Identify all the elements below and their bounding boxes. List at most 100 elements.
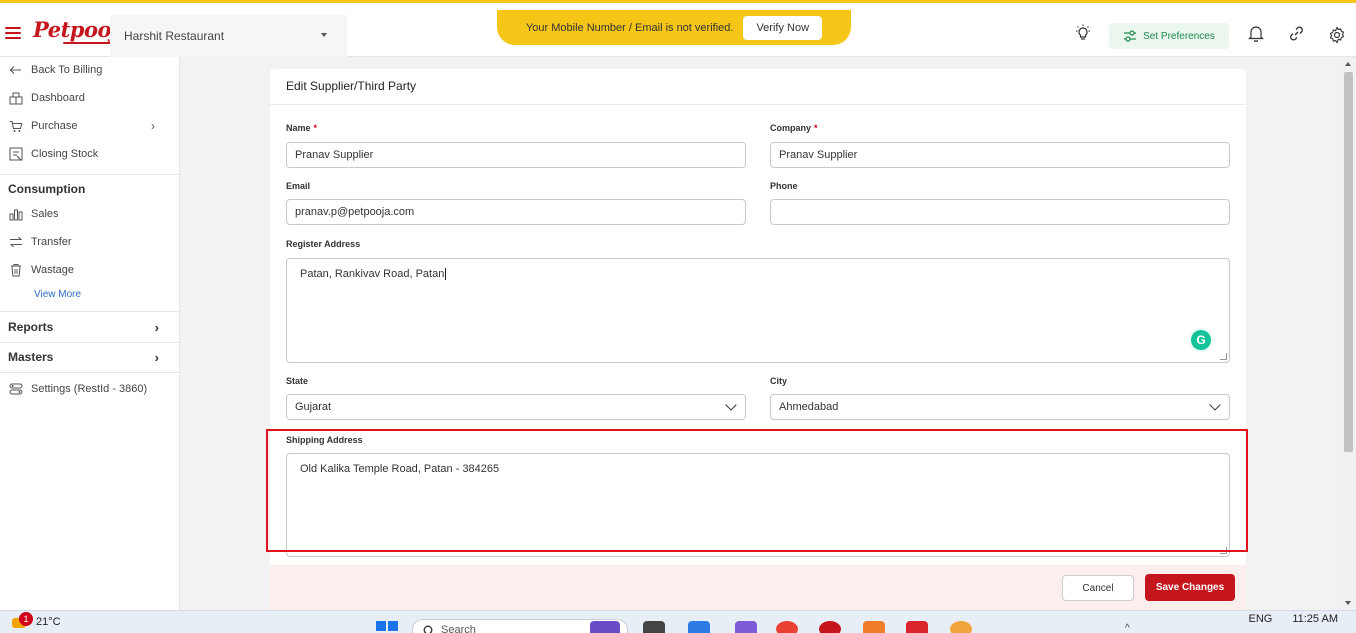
system-tray: ENG 11:25 AM [1248, 613, 1338, 625]
register-address-label: Register Address [286, 239, 361, 249]
temperature: 21°C [36, 616, 61, 628]
sidebar-item-label: Transfer [31, 236, 72, 248]
dashboard-icon [8, 91, 23, 106]
taskbar-app-icon[interactable] [906, 621, 928, 633]
save-changes-button[interactable]: Save Changes [1145, 574, 1235, 601]
restaurant-selector[interactable]: Harshit Restaurant [110, 15, 347, 57]
vs-icon[interactable] [735, 621, 757, 633]
chevron-right-icon: › [154, 349, 159, 365]
verify-now-button[interactable]: Verify Now [743, 15, 823, 40]
company-input[interactable]: Pranav Supplier [770, 142, 1230, 168]
notification-badge: 1 [19, 612, 33, 626]
resize-handle[interactable] [1220, 353, 1227, 360]
scroll-thumb[interactable] [1344, 72, 1353, 452]
sidebar-item-dashboard[interactable]: Dashboard [0, 86, 179, 110]
chevron-right-icon: › [151, 119, 155, 133]
shipping-address-highlight [266, 429, 1248, 552]
search-icon [423, 625, 433, 633]
chevron-down-icon [725, 399, 737, 411]
title-divider [270, 104, 1246, 105]
lightbulb-icon[interactable] [1074, 24, 1092, 42]
closing-stock-icon [8, 147, 23, 162]
city-select[interactable]: Ahmedabad [770, 394, 1230, 420]
sidebar-item-masters[interactable]: Masters › [0, 342, 179, 372]
sidebar-item-settings[interactable]: Settings (RestId - 3860) [0, 377, 179, 401]
taskbar-app-icon[interactable] [590, 621, 620, 633]
sidebar-item-label: Dashboard [31, 92, 85, 104]
sidebar-item-reports[interactable]: Reports › [0, 312, 179, 342]
phone-label: Phone [770, 181, 798, 191]
sidebar-item-label: Reports [8, 320, 54, 334]
name-label: Name * [286, 123, 317, 133]
weather-widget[interactable]: 1 21°C [12, 612, 61, 630]
scroll-down-arrow-icon[interactable] [1345, 601, 1351, 605]
caret-down-icon [321, 33, 327, 37]
clock[interactable]: 11:25 AM [1292, 613, 1338, 625]
state-select[interactable]: Gujarat [286, 394, 746, 420]
phone-input[interactable] [770, 199, 1230, 225]
set-preferences-button[interactable]: Set Preferences [1109, 23, 1229, 49]
form-footer: Cancel Save Changes [270, 565, 1246, 610]
search-placeholder: Search [441, 624, 476, 633]
required-marker: * [313, 123, 318, 133]
name-input[interactable]: Pranav Supplier [286, 142, 746, 168]
sidebar-item-sales[interactable]: Sales [0, 202, 179, 226]
sidebar-heading-consumption: Consumption [8, 182, 86, 196]
sidebar-item-back-to-billing[interactable]: Back To Billing [0, 58, 179, 82]
verification-message: Your Mobile Number / Email is not verifi… [525, 21, 734, 34]
taskbar-app-icon[interactable] [863, 621, 885, 633]
name-label-text: Name [286, 123, 311, 133]
link-icon[interactable] [1288, 25, 1305, 42]
sidebar-item-label: Wastage [31, 264, 75, 276]
cart-icon [8, 119, 23, 134]
sidebar-item-label: Settings (RestId - 3860) [31, 383, 148, 395]
view-more-link[interactable]: View More [34, 289, 81, 300]
language-indicator[interactable]: ENG [1248, 613, 1272, 625]
sidebar-item-wastage[interactable]: Wastage [0, 258, 179, 282]
restaurant-name: Harshit Restaurant [124, 29, 225, 43]
gear-icon[interactable] [1328, 26, 1346, 44]
sidebar-item-label: Masters [8, 350, 54, 364]
sidebar: Back To Billing Dashboard Purchase › Clo… [0, 57, 180, 610]
chrome-icon[interactable] [776, 621, 798, 633]
sidebar-item-closing-stock[interactable]: Closing Stock [0, 142, 179, 166]
city-value: Ahmedabad [779, 401, 839, 413]
email-label: Email [286, 181, 311, 191]
sidebar-item-purchase[interactable]: Purchase › [0, 114, 179, 138]
settings-toggle-icon [8, 382, 23, 397]
sales-chart-icon [8, 207, 23, 222]
chevron-up-icon[interactable]: ^ [1125, 623, 1130, 633]
windows-start-icon[interactable] [376, 621, 398, 633]
taskbar-app-icon[interactable] [950, 621, 972, 633]
company-label-text: Company [770, 123, 812, 133]
company-label: Company * [770, 123, 818, 133]
register-address-textarea[interactable]: Patan, Rankivav Road, Patan G [286, 258, 1230, 363]
scroll-up-arrow-icon[interactable] [1345, 62, 1351, 66]
petpooja-app-icon[interactable] [819, 621, 841, 633]
hamburger-menu-icon[interactable] [5, 27, 21, 39]
windows-taskbar: 1 21°C Search ^ ENG 11:25 AM [0, 610, 1356, 633]
cancel-button[interactable]: Cancel [1062, 575, 1134, 601]
sliders-icon [1124, 30, 1137, 42]
page-scrollbar[interactable] [1341, 57, 1356, 610]
page-title: Edit Supplier/Third Party [286, 79, 417, 93]
text-cursor [445, 268, 447, 281]
file-explorer-icon[interactable] [643, 621, 665, 633]
bell-icon[interactable] [1247, 24, 1265, 42]
state-value: Gujarat [295, 401, 332, 413]
chevron-right-icon: › [154, 319, 159, 335]
sidebar-item-label: Purchase [31, 120, 78, 132]
verification-banner: Your Mobile Number / Email is not verifi… [497, 10, 851, 45]
set-preferences-label: Set Preferences [1143, 30, 1215, 42]
sidebar-item-transfer[interactable]: Transfer [0, 230, 179, 254]
grammarly-icon[interactable]: G [1191, 330, 1211, 350]
city-label: City [770, 376, 788, 386]
sidebar-divider [0, 372, 179, 373]
copilot-icon[interactable] [688, 621, 710, 633]
state-label: State [286, 376, 309, 386]
arrow-left-icon [8, 63, 23, 78]
chevron-down-icon [1209, 399, 1221, 411]
sidebar-item-label: Closing Stock [31, 148, 99, 160]
required-marker: * [814, 123, 818, 133]
email-input[interactable]: pranav.p@petpooja.com [286, 199, 746, 225]
